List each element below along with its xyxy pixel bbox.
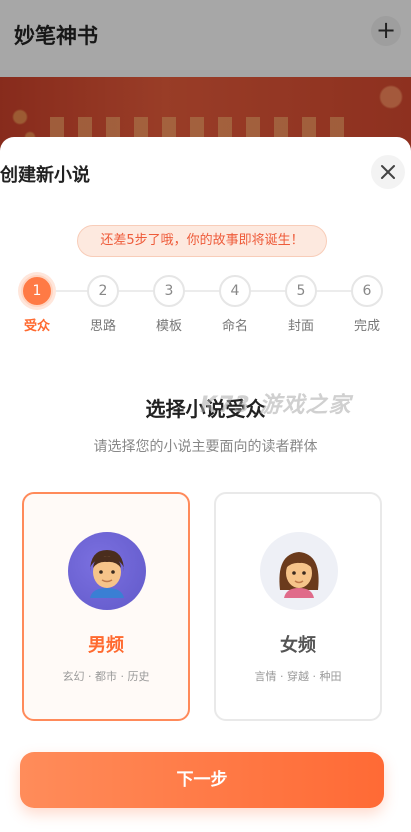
step-label: 完成 xyxy=(353,319,380,334)
section-subheading: 请选择您的小说主要面向的读者群体 xyxy=(93,439,318,455)
step-number: 1 xyxy=(21,275,53,307)
step-5: 5 封面 xyxy=(285,275,317,334)
step-number: 4 xyxy=(219,275,251,307)
card-title: 女频 xyxy=(280,635,316,656)
close-button[interactable] xyxy=(371,155,405,189)
card-tags: 玄幻 · 都市 · 历史 xyxy=(62,670,150,683)
audience-card-male[interactable]: 男频 玄幻 · 都市 · 历史 xyxy=(22,492,190,721)
card-title: 男频 xyxy=(88,635,124,656)
watermark-logo: K73 游戏之家 xyxy=(200,393,352,418)
close-icon xyxy=(381,165,395,179)
step-indicator: 1 受众 2 思路 3 模板 4 命名 5 封面 6 完成 xyxy=(0,275,411,335)
next-step-button[interactable]: 下一步 xyxy=(20,752,384,808)
step-number: 3 xyxy=(153,275,185,307)
male-avatar-icon xyxy=(68,532,146,610)
step-label: 思路 xyxy=(89,319,116,334)
step-1: 1 受众 xyxy=(21,275,53,334)
step-2: 2 思路 xyxy=(87,275,119,334)
step-3: 3 模板 xyxy=(153,275,185,334)
step-4: 4 命名 xyxy=(219,275,251,334)
create-novel-sheet: 创建新小说 还差5步了哦，你的故事即将诞生！ 1 受众 2 思路 3 模板 4 … xyxy=(0,137,411,832)
step-label: 模板 xyxy=(155,319,182,334)
sheet-title: 创建新小说 xyxy=(0,165,90,186)
step-label: 命名 xyxy=(221,319,248,334)
step-label: 受众 xyxy=(23,319,50,334)
step-number: 5 xyxy=(285,275,317,307)
step-label: 封面 xyxy=(287,319,314,334)
card-tags: 言情 · 穿越 · 种田 xyxy=(254,670,342,683)
step-6: 6 完成 xyxy=(351,275,383,334)
step-number: 2 xyxy=(87,275,119,307)
progress-hint: 还差5步了哦，你的故事即将诞生！ xyxy=(77,225,327,257)
step-number: 6 xyxy=(351,275,383,307)
audience-card-female[interactable]: 女频 言情 · 穿越 · 种田 xyxy=(214,492,382,721)
female-avatar-icon xyxy=(260,532,338,610)
